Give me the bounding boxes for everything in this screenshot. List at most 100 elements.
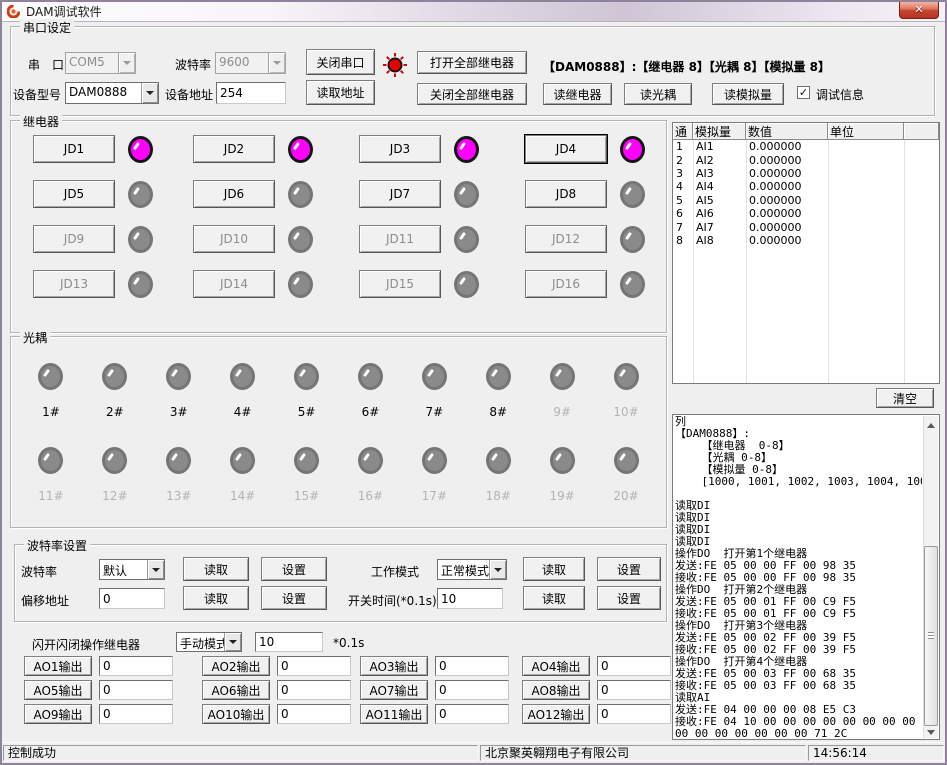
ao-output-button-11[interactable]: AO11输出 <box>360 704 428 724</box>
table-cell: AI3 <box>693 167 746 180</box>
work-mode-set-button[interactable]: 设置 <box>597 557 661 581</box>
open-all-relays-button[interactable]: 打开全部继电器 <box>417 51 527 74</box>
dropdown-arrow-icon[interactable] <box>141 83 158 103</box>
opto-cell: 18# <box>466 447 530 503</box>
status-message: 控制成功 <box>3 745 478 761</box>
ao-value-input-4[interactable] <box>597 656 671 676</box>
ao-value-input-11[interactable] <box>435 704 509 724</box>
opto-label-4: 4# <box>234 405 252 419</box>
offset-set-button[interactable]: 设置 <box>261 586 327 610</box>
table-cell: 3 <box>673 167 693 180</box>
dropdown-arrow-icon <box>268 53 285 73</box>
table-header-cell[interactable]: 数值 <box>746 123 828 140</box>
clear-log-button[interactable]: 清空 <box>876 388 934 408</box>
read-analog-button[interactable]: 读模拟量 <box>712 83 784 105</box>
baud-settings-group-label: 波特率设置 <box>24 537 90 554</box>
scrollbar-thumb[interactable] <box>924 546 938 726</box>
ao-value-input-1[interactable] <box>99 656 173 676</box>
read-opto-button[interactable]: 读光耦 <box>624 83 692 105</box>
table-row[interactable]: 2AI20.000000 <box>673 153 939 166</box>
relay-button-jd2[interactable]: JD2 <box>193 135 275 163</box>
ao-value-input-8[interactable] <box>597 680 671 700</box>
relay-button-jd6[interactable]: JD6 <box>193 180 275 208</box>
debug-info-checkbox[interactable]: ✓ <box>797 86 810 99</box>
ao-output-button-5[interactable]: AO5输出 <box>24 680 92 700</box>
read-relay-button[interactable]: 读继电器 <box>543 83 612 105</box>
baudrate-read-button[interactable]: 读取 <box>183 557 249 581</box>
ao-output-button-12[interactable]: AO12输出 <box>522 704 590 724</box>
ao-value-input-3[interactable] <box>435 656 509 676</box>
device-addr-input[interactable] <box>216 82 286 104</box>
close-button[interactable]: ✕ <box>899 2 939 19</box>
ao-value-input-9[interactable] <box>99 704 173 724</box>
opto-label-12: 12# <box>102 489 127 503</box>
switch-time-read-button[interactable]: 读取 <box>523 586 585 610</box>
ao-output-button-2[interactable]: AO2输出 <box>202 656 270 676</box>
switch-time-set-button[interactable]: 设置 <box>597 586 661 610</box>
table-row[interactable]: 1AI10.000000 <box>673 140 939 153</box>
table-row[interactable]: 6AI60.000000 <box>673 207 939 220</box>
offset-addr-input[interactable] <box>99 588 165 609</box>
work-mode-select[interactable]: 正常模式 <box>437 559 507 580</box>
ao-output-button-4[interactable]: AO4输出 <box>522 656 590 676</box>
table-header-cell[interactable]: 模拟量 <box>693 123 746 140</box>
read-addr-button[interactable]: 读取地址 <box>306 80 375 105</box>
baudrate-set-button[interactable]: 设置 <box>261 557 327 581</box>
offset-read-button[interactable]: 读取 <box>183 586 249 610</box>
table-header-cell[interactable]: 单位 <box>828 123 904 140</box>
ao-output-button-10[interactable]: AO10输出 <box>202 704 270 724</box>
dropdown-arrow-icon[interactable] <box>147 560 164 579</box>
opto-cell: 11# <box>19 447 83 503</box>
table-row[interactable]: 5AI50.000000 <box>673 194 939 207</box>
table-header-cell[interactable] <box>904 123 939 140</box>
flash-mode-select[interactable]: 手动模式 <box>176 632 242 652</box>
close-port-button[interactable]: 关闭串口 <box>306 49 375 75</box>
dropdown-arrow-icon[interactable] <box>224 633 241 651</box>
dropdown-arrow-icon[interactable] <box>489 560 506 579</box>
table-row[interactable]: 8AI80.000000 <box>673 234 939 247</box>
ao-value-input-5[interactable] <box>99 680 173 700</box>
title-bar[interactable]: DAM调试软件 <box>2 2 945 22</box>
relay-button-jd4[interactable]: JD4 <box>525 135 607 163</box>
relay-button-jd1[interactable]: JD1 <box>33 135 115 163</box>
opto-cell: 9# <box>530 363 594 419</box>
scroll-down-icon[interactable] <box>927 730 935 735</box>
relay-button-jd7[interactable]: JD7 <box>359 180 441 208</box>
table-row[interactable]: 4AI40.000000 <box>673 180 939 193</box>
ao-output-button-7[interactable]: AO7输出 <box>360 680 428 700</box>
flash-time-input[interactable] <box>255 632 323 652</box>
ao-value-input-12[interactable] <box>597 704 671 724</box>
table-header-cell[interactable]: 通 <box>673 123 693 140</box>
opto-led-18 <box>486 447 511 474</box>
ao-value-input-10[interactable] <box>277 704 351 724</box>
device-info-text: 【DAM0888】:【继电器 8】【光耦 8】【模拟量 8】 <box>543 58 830 75</box>
model-select[interactable]: DAM0888 <box>65 82 159 104</box>
table-cell: 0.000000 <box>746 167 828 180</box>
ao-output-button-1[interactable]: AO1输出 <box>24 656 92 676</box>
relay-button-jd8[interactable]: JD8 <box>525 180 607 208</box>
baudrate-select[interactable]: 默认 <box>99 559 165 580</box>
ao-value-input-2[interactable] <box>277 656 351 676</box>
ao-cell: AO10输出 <box>202 704 360 724</box>
table-row[interactable]: 3AI30.000000 <box>673 167 939 180</box>
relay-button-jd3[interactable]: JD3 <box>359 135 441 163</box>
scroll-up-icon[interactable] <box>927 423 935 428</box>
ao-output-button-3[interactable]: AO3输出 <box>360 656 428 676</box>
table-row[interactable]: 7AI70.000000 <box>673 220 939 233</box>
opto-group-label: 光耦 <box>20 329 50 346</box>
ao-output-button-8[interactable]: AO8输出 <box>522 680 590 700</box>
relay-cell: JD12 <box>515 225 660 253</box>
opto-label-6: 6# <box>362 405 380 419</box>
relay-cell: JD13 <box>23 270 183 298</box>
relay-button-jd5[interactable]: JD5 <box>33 180 115 208</box>
ao-output-button-9[interactable]: AO9输出 <box>24 704 92 724</box>
switch-time-input[interactable] <box>437 588 503 609</box>
close-all-relays-button[interactable]: 关闭全部继电器 <box>417 83 527 105</box>
work-mode-read-button[interactable]: 读取 <box>523 557 585 581</box>
ao-value-input-6[interactable] <box>277 680 351 700</box>
ao-value-input-7[interactable] <box>435 680 509 700</box>
debug-info-label: 调试信息 <box>816 86 864 103</box>
ao-output-button-6[interactable]: AO6输出 <box>202 680 270 700</box>
log-scrollbar[interactable] <box>923 416 938 738</box>
analog-table-body: 1AI10.0000002AI20.0000003AI30.0000004AI4… <box>673 140 939 383</box>
